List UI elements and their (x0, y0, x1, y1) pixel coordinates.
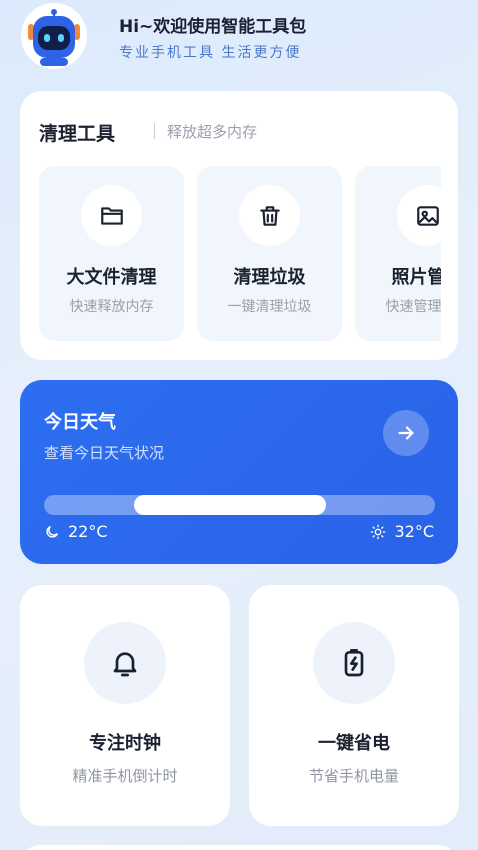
tool-desc: 快速管理照片 (385, 299, 442, 315)
tool-large-file-clean[interactable]: 大文件清理 快速释放内存 (39, 166, 184, 341)
battery-charge-icon (313, 622, 395, 704)
image-icon (397, 185, 441, 246)
feature-name: 专注时钟 (89, 733, 161, 754)
trash-icon (239, 185, 300, 246)
weather-arrow-button[interactable] (383, 410, 429, 456)
tool-name: 照片管理 (391, 267, 442, 288)
focus-clock-card[interactable]: 专注时钟 精准手机倒计时 (20, 585, 230, 826)
clean-tools-card: 清理工具 释放超多内存 大文件清理 快速释放内存 清理垃圾 一键清理垃圾 照片管… (20, 91, 458, 360)
header: Hi~欢迎使用智能工具包 专业手机工具 生活更方便 (20, 0, 460, 80)
next-card-peek (20, 845, 458, 850)
feature-desc: 节省手机电量 (308, 767, 399, 785)
feature-name: 一键省电 (318, 733, 390, 754)
greeting-title: Hi~欢迎使用智能工具包 (119, 17, 307, 37)
power-save-card[interactable]: 一键省电 节省手机电量 (249, 585, 459, 826)
folder-icon (81, 185, 142, 246)
divider (154, 123, 155, 139)
weather-title: 今日天气 (44, 412, 116, 433)
arrow-right-icon (398, 426, 414, 440)
moon-icon (46, 525, 59, 538)
clean-tools-subtitle: 释放超多内存 (167, 123, 258, 141)
tool-junk-clean[interactable]: 清理垃圾 一键清理垃圾 (197, 166, 342, 341)
tool-desc: 一键清理垃圾 (227, 299, 312, 315)
tool-carousel[interactable]: 大文件清理 快速释放内存 清理垃圾 一键清理垃圾 照片管理 快速管理照片 (39, 166, 441, 341)
greeting-subtitle: 专业手机工具 生活更方便 (119, 45, 302, 61)
temperature-high: 32°C (370, 522, 434, 541)
feature-desc: 精准手机倒计时 (72, 767, 178, 785)
tool-desc: 快速释放内存 (69, 299, 154, 315)
weather-card[interactable]: 今日天气 查看今日天气状况 22°C 32°C (20, 380, 458, 564)
weather-subtitle: 查看今日天气状况 (44, 444, 165, 462)
robot-icon (20, 2, 88, 70)
temperature-range-bar (44, 495, 435, 515)
tool-photo-manage[interactable]: 照片管理 快速管理照片 (355, 166, 441, 341)
temperature-high-value: 32°C (394, 522, 434, 541)
temperature-low: 22°C (44, 522, 108, 541)
clean-tools-title: 清理工具 (39, 123, 116, 145)
temperature-low-value: 22°C (68, 522, 108, 541)
tool-name: 大文件清理 (66, 267, 157, 288)
sun-icon (371, 524, 386, 539)
temperature-range-fill (133, 495, 326, 515)
tool-name: 清理垃圾 (233, 267, 306, 288)
bell-icon (84, 622, 166, 704)
